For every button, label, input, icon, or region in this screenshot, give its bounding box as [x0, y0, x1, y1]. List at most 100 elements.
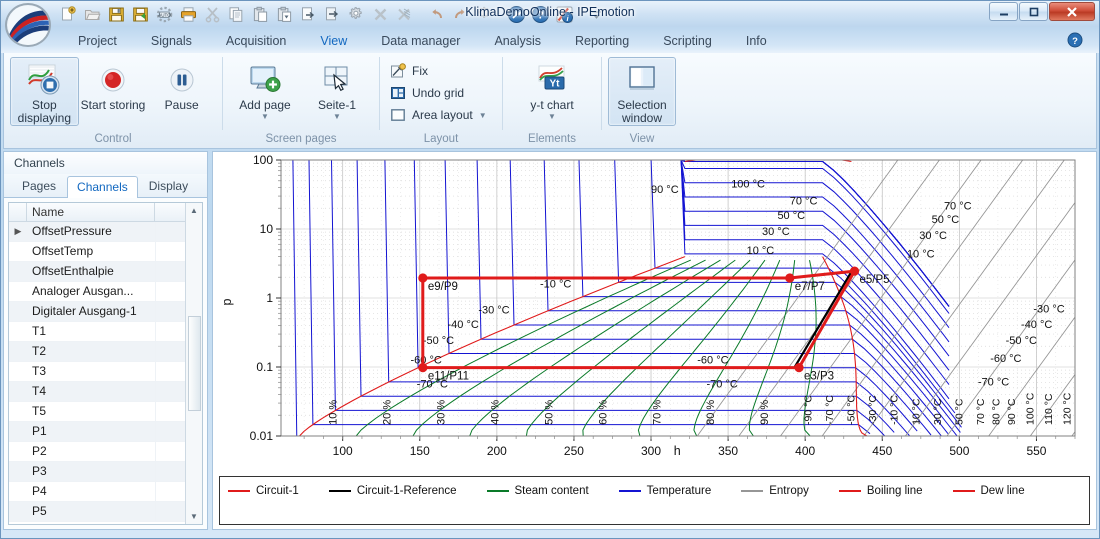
channel-name: T5 — [32, 404, 47, 418]
row-expander-icon[interactable] — [9, 442, 27, 461]
table-row[interactable]: Analoger Ausgan... — [9, 282, 185, 302]
row-expander-icon[interactable] — [9, 242, 27, 261]
ribbon-tab-scripting[interactable]: Scripting — [646, 31, 729, 53]
wrench-icon[interactable] — [505, 3, 527, 25]
ribbon-tab-info[interactable]: Info — [729, 31, 784, 53]
save-icon[interactable] — [105, 3, 127, 25]
start-storing-label: Start storing — [80, 98, 146, 112]
fix-button[interactable]: Fix — [386, 60, 432, 82]
export-icon[interactable] — [321, 3, 343, 25]
scroll-up-icon[interactable]: ▲ — [187, 203, 202, 218]
ribbon-help-icon[interactable]: ? — [1067, 32, 1083, 48]
yt-chart-dropdown-icon[interactable]: ▼ — [548, 113, 556, 121]
channels-scrollbar[interactable]: ▲ ▼ — [185, 203, 202, 524]
cut-icon[interactable] — [201, 3, 223, 25]
row-expander-icon[interactable] — [9, 402, 27, 421]
panel-tabs[interactable]: Pages Channels Display — [4, 174, 207, 198]
tab-pages[interactable]: Pages — [12, 175, 66, 197]
area-layout-button[interactable]: Area layout ▼ — [386, 104, 491, 126]
ribbon-tab-signals[interactable]: Signals — [134, 31, 209, 53]
ribbon-tab-bar[interactable]: Project Signals Acquisition View Data ma… — [1, 27, 1099, 53]
table-row[interactable]: ▶ OffsetPressure — [9, 222, 185, 242]
area-layout-dropdown-icon[interactable]: ▼ — [479, 112, 487, 120]
configure-icon[interactable] — [473, 3, 495, 25]
table-row[interactable]: P1 — [9, 422, 185, 442]
help-circle-icon[interactable]: ? — [529, 3, 551, 25]
table-row[interactable]: OffsetEnthalpie — [9, 262, 185, 282]
ribbon-tab-acquisition[interactable]: Acquisition — [209, 31, 303, 53]
undo-grid-button[interactable]: Undo grid — [386, 82, 468, 104]
add-page-button[interactable]: Add page ▼ — [229, 57, 301, 125]
row-expander-icon[interactable] — [9, 302, 27, 321]
row-expander-icon[interactable] — [9, 362, 27, 381]
info-icon[interactable]: i — [553, 3, 575, 25]
ribbon-tab-project[interactable]: Project — [61, 31, 134, 53]
ribbon-tab-view[interactable]: View — [303, 31, 364, 53]
add-page-dropdown-icon[interactable]: ▼ — [261, 113, 269, 121]
stop-displaying-button[interactable]: Stop displaying — [10, 57, 79, 126]
row-expander-icon[interactable] — [9, 282, 27, 301]
row-expander-icon[interactable] — [9, 342, 27, 361]
new-icon[interactable] — [57, 3, 79, 25]
table-row[interactable]: P3 — [9, 462, 185, 482]
window-controls[interactable] — [989, 2, 1095, 21]
seite-1-dropdown-icon[interactable]: ▼ — [333, 113, 341, 121]
scroll-thumb[interactable] — [187, 316, 201, 411]
svg-text:e7/P7: e7/P7 — [795, 281, 825, 293]
import-icon[interactable] — [297, 3, 319, 25]
seite-1-button[interactable]: Seite-1 ▼ — [301, 57, 373, 125]
row-extra-cell — [155, 442, 185, 461]
table-row[interactable]: P2 — [9, 442, 185, 462]
table-row[interactable]: T1 — [9, 322, 185, 342]
delete-icon[interactable] — [369, 3, 391, 25]
undo-icon[interactable] — [425, 3, 447, 25]
start-storing-button[interactable]: Start storing — [79, 57, 148, 125]
table-row[interactable]: P5 — [9, 502, 185, 522]
scroll-down-icon[interactable]: ▼ — [187, 509, 202, 524]
auto-icon[interactable]: AUTO — [153, 3, 175, 25]
row-expander-icon[interactable] — [9, 502, 27, 521]
table-row[interactable]: Digitaler Ausgang-1 — [9, 302, 185, 322]
tab-display[interactable]: Display — [139, 175, 198, 197]
row-expander-icon[interactable] — [9, 322, 27, 341]
channels-grid: Name ▶ OffsetPressure OffsetTemp OffsetEnth… — [8, 202, 203, 525]
row-expander-icon[interactable] — [9, 422, 27, 441]
row-expander-icon[interactable]: ▶ — [9, 222, 27, 241]
tab-channels[interactable]: Channels — [67, 176, 138, 198]
ribbon-tab-reporting[interactable]: Reporting — [558, 31, 646, 53]
row-expander-icon[interactable] — [9, 262, 27, 281]
table-row[interactable]: T5 — [9, 402, 185, 422]
paste-special-icon[interactable] — [273, 3, 295, 25]
ribbon-tab-analysis[interactable]: Analysis — [477, 31, 558, 53]
table-row[interactable]: T3 — [9, 362, 185, 382]
print-icon[interactable] — [177, 3, 199, 25]
paste-icon[interactable] — [249, 3, 271, 25]
table-row[interactable]: T4 — [9, 382, 185, 402]
quick-access-toolbar[interactable]: AUTO ? i — [57, 2, 607, 26]
settings-gear-icon[interactable] — [345, 3, 367, 25]
ph-diagram[interactable]: 100 °C 90 °C 70 °C 50 °C 30 °C 10 °C -10 °C -30… — [213, 152, 1096, 474]
row-expander-icon[interactable] — [9, 482, 27, 501]
save-as-icon[interactable] — [129, 3, 151, 25]
open-icon[interactable] — [81, 3, 103, 25]
svg-text:1: 1 — [266, 291, 273, 305]
ph-diagram-svg[interactable]: 100 °C 90 °C 70 °C 50 °C 30 °C 10 °C -10 °C -30… — [213, 152, 1087, 474]
channels-list[interactable]: ▶ OffsetPressure OffsetTemp OffsetEnthalpie… — [9, 222, 185, 524]
row-expander-icon[interactable] — [9, 462, 27, 481]
clear-all-icon[interactable] — [393, 3, 415, 25]
table-row[interactable]: P4 — [9, 482, 185, 502]
selection-window-button[interactable]: Selection window — [608, 57, 676, 126]
close-button[interactable] — [1049, 2, 1095, 21]
row-expander-icon[interactable] — [9, 382, 27, 401]
redo-icon[interactable] — [449, 3, 471, 25]
ribbon-tab-data-manager[interactable]: Data manager — [364, 31, 477, 53]
table-row[interactable]: OffsetTemp — [9, 242, 185, 262]
pause-button[interactable]: Pause — [147, 57, 216, 125]
maximize-button[interactable] — [1019, 2, 1048, 21]
table-row[interactable]: T2 — [9, 342, 185, 362]
svg-text:20 %: 20 % — [381, 400, 393, 425]
minimize-button[interactable] — [989, 2, 1018, 21]
copy-icon[interactable] — [225, 3, 247, 25]
yt-chart-button[interactable]: Yt y-t chart ▼ — [510, 57, 594, 125]
qat-overflow-icon[interactable] — [585, 3, 607, 25]
